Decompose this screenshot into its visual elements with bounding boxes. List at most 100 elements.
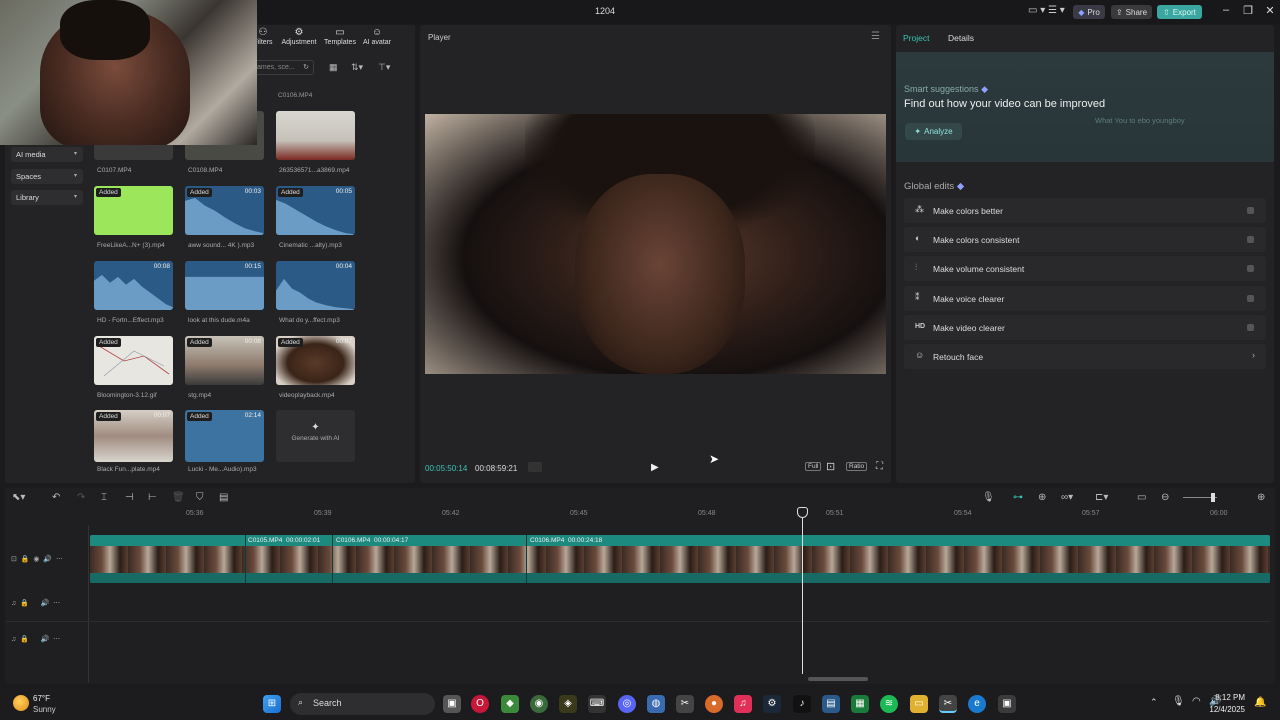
toggle[interactable] (1247, 265, 1254, 272)
chrome-icon[interactable]: ◉ (530, 695, 548, 713)
make-colors-consistent-item[interactable]: ◐ Make colors consistent (904, 227, 1266, 252)
media-thumb[interactable]: Added (94, 186, 173, 235)
microphone-icon[interactable]: 🎙 (982, 492, 995, 503)
split-icon[interactable]: ⌶ (101, 492, 107, 503)
capcut-icon[interactable]: ✂ (676, 695, 694, 713)
clip-label[interactable]: C0105.MP4 00:00:02:01 (248, 537, 320, 544)
file-explorer-icon[interactable]: ▭ (910, 695, 928, 713)
tab-ai-avatar[interactable]: ☺ AI avatar (357, 27, 397, 46)
steam-icon[interactable]: ⚙ (763, 695, 781, 713)
toggle[interactable] (1247, 207, 1254, 214)
delete-icon[interactable]: 🗑 (172, 492, 185, 503)
taskbar-search[interactable]: ⌕ Search (290, 693, 435, 715)
filter-icon[interactable]: ⊤▾ (378, 62, 390, 73)
nav-spaces[interactable]: Spaces ▾ (11, 169, 83, 184)
timeline-scrollbar[interactable] (808, 677, 868, 681)
split-left-icon[interactable]: ⊣ (125, 492, 134, 503)
pro-button[interactable]: ◆ Pro (1073, 5, 1105, 19)
video-track-controls[interactable]: ⊡ 🔒 ◉ 🔊 ⋯ (11, 555, 63, 563)
thumbnail-icon[interactable]: ▤ (219, 492, 228, 503)
music-icon[interactable]: ♫ (734, 695, 752, 713)
toggle[interactable] (1247, 236, 1254, 243)
share-button[interactable]: ⇪ Share (1111, 5, 1152, 19)
weather-condition[interactable]: Sunny (33, 705, 56, 714)
make-colors-better-item[interactable]: ⁂ Make colors better (904, 198, 1266, 223)
media-thumb[interactable]: 00:04 (276, 261, 355, 310)
toggle[interactable] (1247, 324, 1254, 331)
chain-icon[interactable]: ∞▾ (1061, 492, 1073, 503)
audio-track-2-controls[interactable]: ♫ 🔒 🔊 ⋯ (11, 635, 60, 643)
select-tool-icon[interactable]: ⬉▾ (12, 492, 25, 503)
clip-label[interactable]: C0106.MP4 00:00:24:18 (530, 537, 602, 544)
close-icon[interactable]: ✕ (1260, 4, 1280, 20)
export-button[interactable]: ⇧ Export (1157, 5, 1202, 19)
discord-icon[interactable]: ◎ (618, 695, 636, 713)
sun-icon[interactable] (13, 695, 29, 711)
split-right-icon[interactable]: ⊢ (148, 492, 157, 503)
app-icon[interactable]: ◈ (559, 695, 577, 713)
tab-details[interactable]: Details (948, 33, 974, 43)
media-thumb[interactable]: Added 00:07 (276, 336, 355, 385)
nav-ai-media[interactable]: AI media ▾ (11, 147, 83, 162)
app-icon[interactable]: ▣ (998, 695, 1016, 713)
clip-label[interactable]: C0106.MP4 00:00:04:17 (336, 537, 408, 544)
media-thumb[interactable]: Added (94, 336, 173, 385)
full-quality-button[interactable]: Full (805, 462, 822, 471)
minimize-icon[interactable]: – (1216, 4, 1236, 20)
opera-icon[interactable]: O (471, 695, 489, 713)
zoom-slider-handle[interactable] (1211, 493, 1215, 502)
playhead-handle[interactable] (797, 507, 808, 518)
spotify-icon[interactable]: ≋ (880, 695, 898, 713)
app-icon[interactable]: ● (705, 695, 723, 713)
nav-library[interactable]: Library ▾ (11, 190, 83, 205)
tray-chevron-icon[interactable]: ⌃ (1150, 697, 1158, 708)
marker-icon[interactable]: ⛉ (196, 492, 204, 503)
weather-temperature[interactable]: 67°F (33, 694, 50, 703)
media-thumb[interactable]: Added 02:14 (185, 410, 264, 462)
minecraft-icon[interactable]: ▦ (851, 695, 869, 713)
app-icon[interactable]: ▤ (822, 695, 840, 713)
tab-templates[interactable]: ▭ Templates (320, 27, 360, 46)
layout-icon[interactable]: ▭ ▾ ☰ ▾ (1028, 5, 1065, 16)
media-search-input[interactable]: ames, sce... ↻ (252, 60, 314, 75)
clock-date[interactable]: 12/4/2025 (1198, 705, 1245, 714)
edge-icon[interactable]: e (968, 695, 986, 713)
maximize-icon[interactable]: ❐ (1238, 4, 1258, 20)
media-thumb[interactable]: 00:15 (185, 261, 264, 310)
undo-icon[interactable]: ↶ (52, 492, 60, 503)
windows-start-icon[interactable]: ⊞ (263, 695, 281, 713)
caption-icon[interactable]: ▭ (1137, 492, 1146, 503)
zoom-in-icon[interactable]: ⊕ (1257, 492, 1265, 503)
media-thumb[interactable] (276, 111, 355, 160)
ratio-button[interactable]: Ratio (846, 462, 868, 471)
snapshot-icon[interactable]: ⊡ (826, 460, 835, 473)
grid-view-icon[interactable]: ▦ (329, 62, 338, 73)
magnet-icon[interactable]: ⊕ (1038, 492, 1046, 503)
retouch-face-item[interactable]: ☺ Retouch face › (904, 344, 1266, 369)
tiktok-icon[interactable]: ♪ (793, 695, 811, 713)
media-thumb[interactable]: Added 00:03 (185, 186, 264, 235)
link-icon[interactable]: ⊶ (1013, 492, 1023, 503)
fullscreen-icon[interactable]: ⛶ (876, 461, 883, 472)
capcut-active-icon[interactable]: ✂ (939, 695, 957, 713)
preview-axis-icon[interactable]: ⊏▾ (1095, 492, 1108, 503)
redo-icon[interactable]: ↷ (77, 492, 85, 503)
menu-icon[interactable]: ☰ (871, 31, 880, 42)
sort-icon[interactable]: ⇅▾ (351, 62, 363, 73)
make-volume-consistent-item[interactable]: ⫶ Make volume consistent (904, 256, 1266, 281)
tab-project[interactable]: Project (903, 33, 929, 43)
analyze-button[interactable]: ✦ Analyze (905, 123, 962, 140)
generate-with-ai-button[interactable]: ✦ Generate with AI (276, 410, 355, 462)
play-icon[interactable]: ▶ (651, 462, 659, 473)
waveform-icon[interactable] (528, 462, 542, 472)
app-icon[interactable]: ◍ (647, 695, 665, 713)
tab-adjustment[interactable]: ⚙ Adjustment (279, 27, 319, 46)
playhead[interactable] (802, 508, 803, 674)
zoom-out-icon[interactable]: ⊖ (1161, 492, 1169, 503)
video-preview[interactable] (425, 114, 886, 374)
media-thumb[interactable]: Added 00:07 (94, 410, 173, 462)
task-view-icon[interactable]: ▣ (443, 695, 461, 713)
refresh-icon[interactable]: ↻ (303, 63, 309, 71)
audio-track-1-controls[interactable]: ♫ 🔒 🔊 ⋯ (11, 599, 60, 607)
microphone-icon[interactable]: 🎙 (1172, 696, 1185, 707)
